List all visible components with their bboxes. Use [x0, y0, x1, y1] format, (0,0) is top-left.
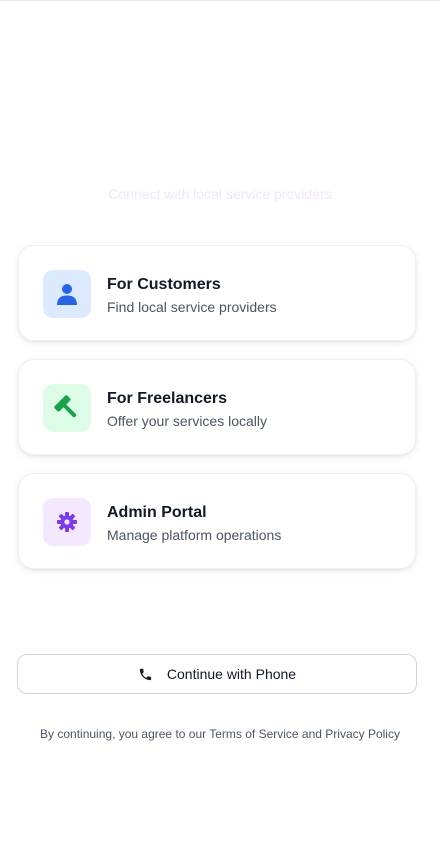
gear-icon [43, 498, 91, 546]
admin-role-title: Admin Portal [107, 504, 207, 521]
continue-with-phone-button[interactable]: Continue with Phone [17, 654, 417, 694]
hammer-icon [43, 384, 91, 432]
login-screen: Connect with local service providers For… [0, 0, 440, 862]
customer-role-description: Find local service providers [107, 299, 277, 315]
tagline: Connect with local service providers [108, 186, 332, 202]
customer-role-title: For Customers [107, 276, 221, 293]
freelancer-role-card[interactable]: For Freelancers Offer your services loca… [18, 359, 416, 455]
freelancer-role-title: For Freelancers [107, 390, 228, 407]
legal-notice: By continuing, you agree to our Terms of… [40, 727, 400, 741]
phone-button-label: Continue with Phone [166, 666, 297, 682]
customer-role-card[interactable]: For Customers Find local service provide… [18, 245, 416, 341]
admin-role-card[interactable]: Admin Portal Manage platform operations [18, 473, 416, 569]
admin-role-description: Manage platform operations [107, 527, 282, 543]
freelancer-role-description: Offer your services locally [107, 413, 268, 429]
phone-icon [138, 667, 153, 682]
top-divider [0, 0, 440, 1]
user-icon [43, 270, 91, 318]
